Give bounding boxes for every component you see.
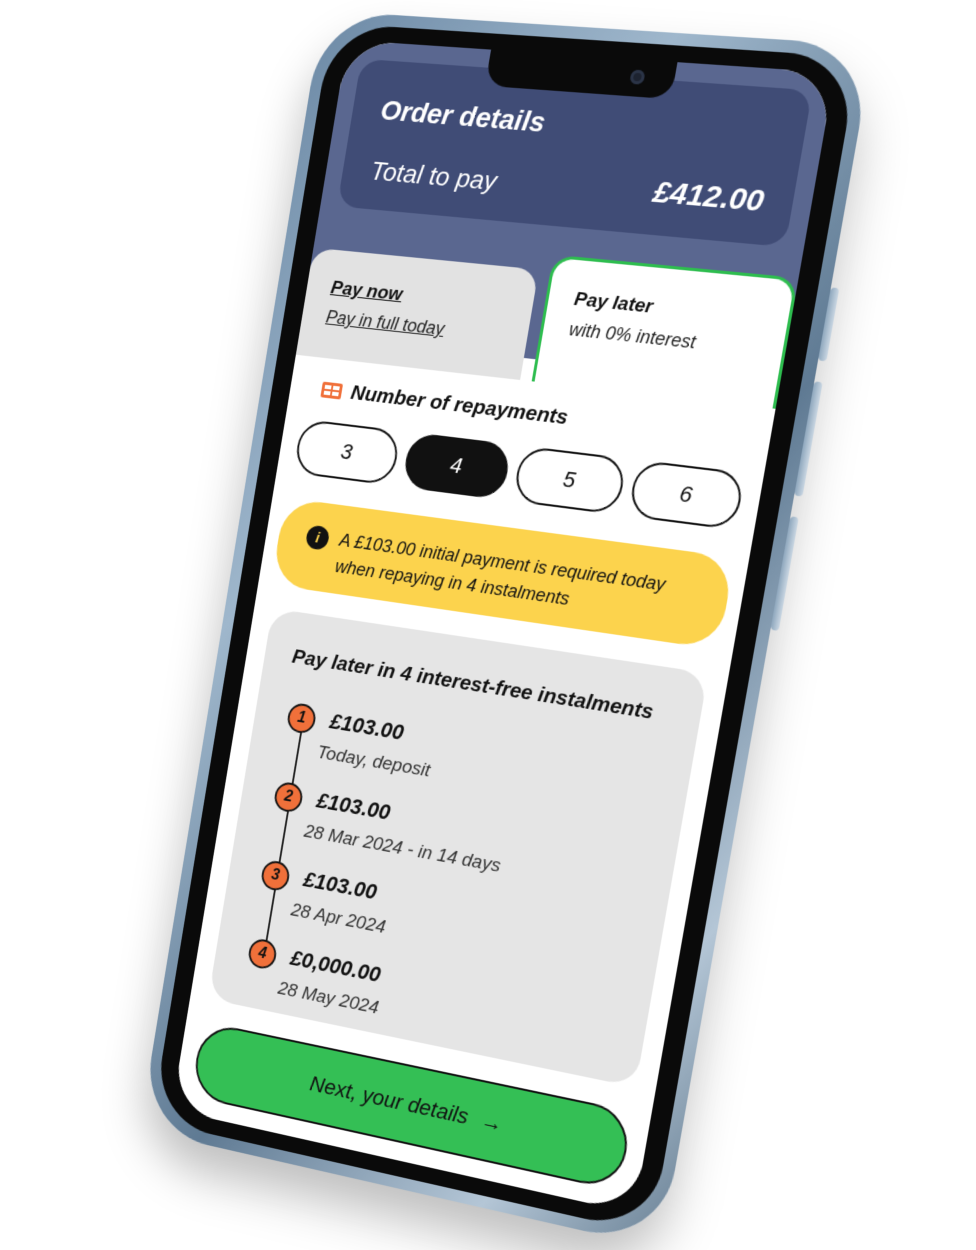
repayments-heading-text: Number of repayments	[349, 381, 570, 430]
checkout-header: Order details Total to pay £412.00 Pay n…	[295, 39, 835, 417]
repayment-option-6[interactable]: 6	[627, 459, 746, 531]
repayment-option-3[interactable]: 3	[293, 418, 401, 486]
instalment-plan-card: Pay later in 4 interest-free instalments…	[208, 608, 709, 1088]
step-number-badge: 3	[259, 858, 292, 893]
total-to-pay-value: £412.00	[650, 175, 767, 219]
step-date: 28 Mar 2024 - in 14 days	[302, 821, 503, 877]
step-amount: £103.00	[314, 787, 393, 825]
tab-pay-now-subtitle: Pay in full today	[324, 306, 446, 339]
step-amount: £103.00	[328, 708, 406, 745]
step-date: Today, deposit	[315, 742, 432, 782]
step-date: 28 Apr 2024	[289, 899, 388, 939]
total-to-pay-label: Total to pay	[368, 155, 500, 197]
repayment-option-4[interactable]: 4	[400, 431, 513, 501]
product-mockup-scene: Order details Total to pay £412.00 Pay n…	[0, 0, 976, 1249]
order-details-title: Order details	[378, 94, 548, 138]
step-amount: £103.00	[301, 866, 379, 905]
step-amount: £0,000.00	[288, 945, 383, 988]
tab-pay-later-title: Pay later	[572, 288, 655, 318]
step-number-badge: 2	[272, 780, 305, 815]
phone-screen: Order details Total to pay £412.00 Pay n…	[171, 39, 835, 1214]
step-number-badge: 4	[246, 937, 279, 971]
repayment-option-5[interactable]: 5	[512, 445, 627, 515]
next-button-label: Next, your details	[308, 1070, 471, 1130]
tab-pay-now-title: Pay now	[329, 277, 404, 306]
arrow-right-icon: →	[479, 1107, 505, 1137]
camera-icon	[629, 69, 646, 85]
repayments-heading: Number of repayments	[320, 378, 570, 431]
phone-device: Order details Total to pay £412.00 Pay n…	[139, 10, 874, 1249]
info-icon: i	[304, 524, 331, 551]
step-number-badge: 1	[285, 701, 318, 736]
tab-pay-later-subtitle: with 0% interest	[567, 318, 698, 353]
initial-payment-notice-text: A £103.00 initial payment is required to…	[333, 529, 668, 610]
calendar-grid-icon	[320, 381, 344, 400]
